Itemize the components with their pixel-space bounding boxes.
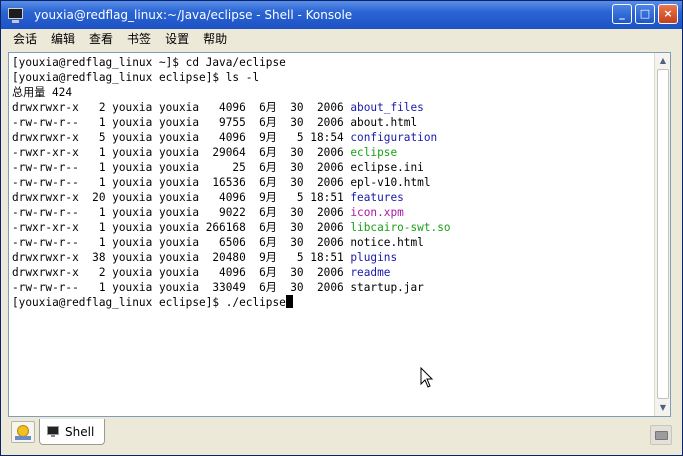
file-details: -rwxr-xr-x 1 youxia youxia 266168 6月 30 …	[12, 221, 351, 234]
terminal-frame: [youxia@redflag_linux ~]$ cd Java/eclips…	[8, 52, 671, 417]
menu-bookmarks[interactable]: 书签	[120, 29, 158, 49]
scroll-up-icon[interactable]: ▲	[656, 54, 670, 68]
file-details: -rw-rw-r-- 1 youxia youxia 25 6月 30 2006	[12, 161, 351, 174]
menu-bar: 会话 编辑 查看 书签 设置 帮助	[1, 29, 682, 49]
maximize-button[interactable]: □	[635, 4, 655, 24]
close-button[interactable]: ×	[658, 4, 678, 24]
file-name: epl-v10.html	[350, 176, 431, 189]
file-details: -rw-rw-r-- 1 youxia youxia 16536 6月 30 2…	[12, 176, 351, 189]
file-name: configuration	[350, 131, 438, 144]
terminal-line: drwxrwxr-x 2 youxia youxia 4096 6月 30 20…	[12, 100, 650, 115]
terminal-line: drwxrwxr-x 20 youxia youxia 4096 9月 5 18…	[12, 190, 650, 205]
new-session-icon[interactable]	[11, 421, 35, 443]
terminal-output[interactable]: [youxia@redflag_linux ~]$ cd Java/eclips…	[12, 55, 650, 415]
file-name: notice.html	[350, 236, 424, 249]
mouse-pointer-icon	[420, 367, 434, 388]
file-details: -rw-rw-r-- 1 youxia youxia 9755 6月 30 20…	[12, 116, 351, 129]
terminal-line: -rwxr-xr-x 1 youxia youxia 266168 6月 30 …	[12, 220, 650, 235]
file-details: -rw-rw-r-- 1 youxia youxia 6506 6月 30 20…	[12, 236, 351, 249]
file-name: about.html	[350, 116, 418, 129]
file-details: drwxrwxr-x 2 youxia youxia 4096 6月 30 20…	[12, 101, 351, 114]
terminal-line: [youxia@redflag_linux eclipse]$ ./eclips…	[12, 295, 650, 310]
menu-help[interactable]: 帮助	[196, 29, 234, 49]
file-details: -rw-rw-r-- 1 youxia youxia 33049 6月 30 2…	[12, 281, 351, 294]
file-name: libcairo-swt.so	[350, 221, 451, 234]
vertical-scrollbar[interactable]: ▲ ▼	[654, 53, 670, 416]
terminal-line: [youxia@redflag_linux ~]$ cd Java/eclips…	[12, 55, 650, 70]
file-details: drwxrwxr-x 20 youxia youxia 4096 9月 5 18…	[12, 191, 351, 204]
tab-shell[interactable]: Shell	[39, 419, 105, 445]
tab-label: Shell	[65, 424, 95, 439]
file-details: drwxrwxr-x 38 youxia youxia 20480 9月 5 1…	[12, 251, 351, 264]
terminal-line: -rw-rw-r-- 1 youxia youxia 6506 6月 30 20…	[12, 235, 650, 250]
file-name: startup.jar	[350, 281, 424, 294]
file-details: drwxrwxr-x 2 youxia youxia 4096 6月 30 20…	[12, 266, 351, 279]
terminal-line: drwxrwxr-x 38 youxia youxia 20480 9月 5 1…	[12, 250, 650, 265]
file-details: -rwxr-xr-x 1 youxia youxia 29064 6月 30 2…	[12, 146, 351, 159]
terminal-line: -rw-rw-r-- 1 youxia youxia 9755 6月 30 20…	[12, 115, 650, 130]
terminal-line: -rw-rw-r-- 1 youxia youxia 16536 6月 30 2…	[12, 175, 650, 190]
terminal-line: drwxrwxr-x 2 youxia youxia 4096 6月 30 20…	[12, 265, 650, 280]
file-details: -rw-rw-r-- 1 youxia youxia 9022 6月 30 20…	[12, 206, 351, 219]
terminal-line: 总用量 424	[12, 85, 650, 100]
terminal-line-text: [youxia@redflag_linux eclipse]$ ./eclips…	[12, 296, 286, 309]
window-title: youxia@redflag_linux:~/Java/eclipse - Sh…	[34, 8, 353, 22]
terminal-line: [youxia@redflag_linux eclipse]$ ls -l	[12, 70, 650, 85]
minimize-button[interactable]: _	[612, 4, 632, 24]
file-name: features	[350, 191, 404, 204]
file-name: eclipse	[350, 146, 398, 159]
title-bar[interactable]: youxia@redflag_linux:~/Java/eclipse - Sh…	[1, 1, 682, 29]
terminal-line: -rw-rw-r-- 1 youxia youxia 25 6月 30 2006…	[12, 160, 650, 175]
scrollbar-thumb[interactable]	[657, 69, 669, 399]
text-cursor	[285, 295, 293, 308]
menu-settings[interactable]: 设置	[158, 29, 196, 49]
window-controls: _ □ ×	[612, 4, 678, 24]
file-name: eclipse.ini	[350, 161, 424, 174]
terminal-line-text: 总用量 424	[12, 86, 72, 99]
terminal-line-text: [youxia@redflag_linux ~]$ cd Java/eclips…	[12, 56, 286, 69]
file-details: drwxrwxr-x 5 youxia youxia 4096 9月 5 18:…	[12, 131, 351, 144]
file-name: plugins	[350, 251, 398, 264]
file-name: icon.xpm	[350, 206, 404, 219]
close-session-icon[interactable]	[650, 425, 672, 445]
menu-session[interactable]: 会话	[1, 29, 44, 49]
terminal-tab-icon	[47, 426, 59, 437]
file-name: readme	[350, 266, 391, 279]
konsole-window: youxia@redflag_linux:~/Java/eclipse - Sh…	[0, 0, 683, 456]
terminal-line: -rw-rw-r-- 1 youxia youxia 9022 6月 30 20…	[12, 205, 650, 220]
terminal-line-text: [youxia@redflag_linux eclipse]$ ls -l	[12, 71, 260, 84]
menu-view[interactable]: 查看	[82, 29, 120, 49]
session-tab-bar: Shell	[1, 417, 682, 455]
scroll-down-icon[interactable]: ▼	[656, 401, 670, 415]
terminal-line: drwxrwxr-x 5 youxia youxia 4096 9月 5 18:…	[12, 130, 650, 145]
terminal-line: -rw-rw-r-- 1 youxia youxia 33049 6月 30 2…	[12, 280, 650, 295]
konsole-monitor-icon[interactable]	[6, 6, 26, 24]
menu-edit[interactable]: 编辑	[44, 29, 82, 49]
file-name: about_files	[350, 101, 424, 114]
terminal-line: -rwxr-xr-x 1 youxia youxia 29064 6月 30 2…	[12, 145, 650, 160]
